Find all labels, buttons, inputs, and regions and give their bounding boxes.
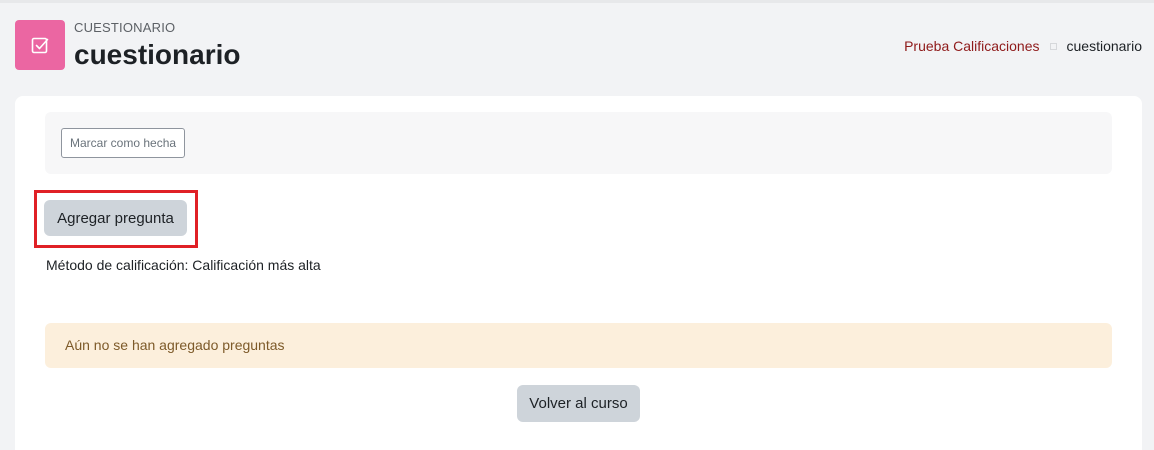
add-question-button[interactable]: Agregar pregunta xyxy=(44,200,187,236)
mark-as-done-button[interactable]: Marcar como hecha xyxy=(61,128,186,158)
back-to-course-button[interactable]: Volver al curso xyxy=(517,385,640,422)
main-card: Marcar como hecha Agregar pregunta Métod… xyxy=(15,96,1142,450)
no-questions-alert: Aún no se han agregado preguntas xyxy=(45,323,1112,368)
page-title: cuestionario xyxy=(74,39,241,70)
breadcrumb-separator-icon xyxy=(1049,42,1057,50)
quiz-checkbox-icon xyxy=(15,20,65,70)
activity-completion-panel: Marcar como hecha xyxy=(45,112,1112,174)
top-border xyxy=(0,0,1154,3)
page-header: CUESTIONARIO cuestionario Prueba Calific… xyxy=(15,20,1142,72)
breadcrumb-link-course[interactable]: Prueba Calificaciones xyxy=(904,38,1039,54)
module-name: CUESTIONARIO xyxy=(74,20,176,35)
page: CUESTIONARIO cuestionario Prueba Calific… xyxy=(0,0,1154,450)
breadcrumb: Prueba Calificaciones cuestionario xyxy=(904,38,1142,54)
header-text: CUESTIONARIO cuestionario xyxy=(74,20,240,73)
breadcrumb-current: cuestionario xyxy=(1066,38,1143,54)
grading-method-text: Método de calificación: Calificación más… xyxy=(46,257,321,273)
